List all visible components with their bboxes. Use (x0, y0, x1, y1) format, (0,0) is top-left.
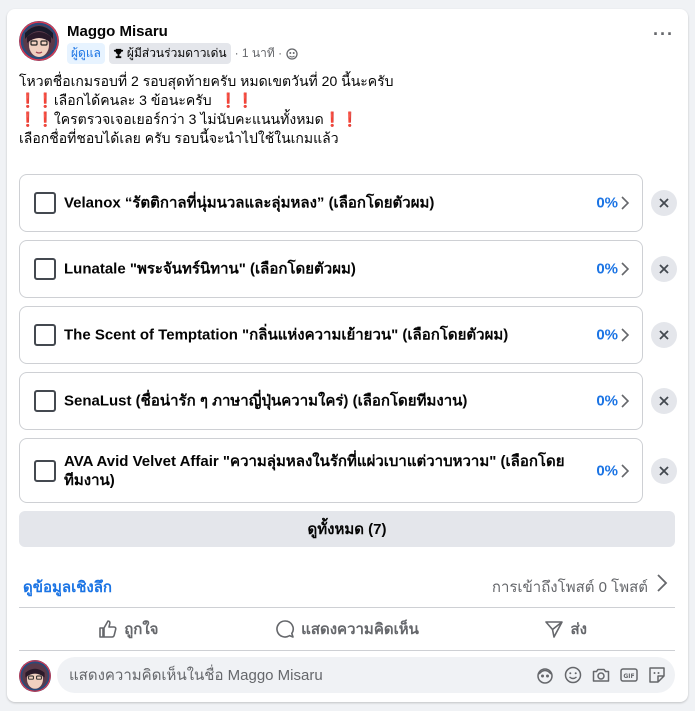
emoji-icon[interactable] (563, 665, 583, 685)
close-icon (659, 396, 669, 406)
post-time[interactable]: · 1 นาที · (235, 44, 283, 63)
camera-icon[interactable] (591, 665, 611, 685)
more-options-button[interactable]: ··· (653, 25, 674, 43)
like-button[interactable]: ถูกใจ (19, 608, 238, 650)
poll-option[interactable]: Lunatale "พระจันทร์นิทาน" (เลือกโดยตัวผม… (19, 240, 643, 298)
poll-checkbox[interactable] (34, 459, 56, 482)
thumbs-up-icon (99, 620, 117, 638)
send-label: ส่ง (570, 621, 587, 638)
close-icon (659, 466, 669, 476)
post-text-line-4: เลือกชื่อที่ชอบได้เลย ครับ รอบนี้จะนำไปใ… (19, 130, 339, 146)
post-text-line-2: ❗❗เลือกได้คนละ 3 ข้อนะครับ ❗❗ (19, 91, 394, 110)
exclamation-icon: ❗ (323, 111, 342, 127)
exclamation-icon: ❗ (219, 92, 237, 108)
poll-option[interactable]: SenaLust (ชื่อน่ารัก ๆ ภาษาญี่ปุ่นความใค… (19, 372, 643, 430)
post-text-line-3-body: ใครตรวจเจอเยอร์กว่า 3 ไม่นับคะแนนทั้งหมด (53, 111, 324, 127)
poll-option-percent[interactable]: 0% (596, 195, 618, 212)
chevron-right-icon[interactable] (656, 573, 668, 593)
post-text-line-2-body: เลือกได้คนละ 3 ข้อนะครับ (53, 92, 212, 108)
close-icon (659, 264, 669, 274)
remove-option-button[interactable] (651, 190, 677, 216)
comment-composer: GIF (57, 657, 675, 693)
exclamation-icon: ❗ (19, 92, 37, 108)
comment-input[interactable] (57, 657, 517, 693)
post-text-line-1: โหวตชื่อเกมรอบที่ 2 รอบสุดท้ายครับ หมดเข… (19, 73, 394, 89)
chevron-right-icon (621, 394, 630, 408)
like-label: ถูกใจ (124, 621, 159, 638)
more-horizontal-icon: ··· (653, 24, 674, 44)
comment-tools: GIF (535, 665, 667, 685)
chevron-right-icon (621, 328, 630, 342)
action-bar: ถูกใจ แสดงความคิดเห็น ส่ง (19, 608, 675, 650)
send-button[interactable]: ส่ง (456, 608, 675, 650)
post-text: โหวตชื่อเกมรอบที่ 2 รอบสุดท้ายครับ หมดเข… (19, 72, 394, 148)
top-contributor-badge[interactable]: ผู้มีส่วนร่วมดาวเด่น (108, 43, 231, 64)
post-text-line-3: ❗❗ใครตรวจเจอเยอร์กว่า 3 ไม่นับคะแนนทั้งห… (19, 110, 394, 129)
avatar-sticker-icon[interactable] (535, 665, 555, 685)
poll-option-percent[interactable]: 0% (596, 393, 618, 410)
poll-option-label: The Scent of Temptation "กลิ่นแห่งความเย… (64, 326, 509, 344)
close-icon (659, 198, 669, 208)
group-audience-icon (286, 47, 298, 60)
admin-badge[interactable]: ผู้ดูแล (67, 43, 105, 64)
comment-button[interactable]: แสดงความคิดเห็น (238, 608, 457, 650)
exclamation-icon: ❗ (236, 92, 255, 108)
poll-option[interactable]: The Scent of Temptation "กลิ่นแห่งความเย… (19, 306, 643, 364)
poll-option-label: Lunatale "พระจันทร์นิทาน" (เลือกโดยตัวผม… (64, 260, 356, 278)
poll-option-label: SenaLust (ชื่อน่ารัก ๆ ภาษาญี่ปุ่นความใค… (64, 392, 468, 410)
remove-option-button[interactable] (651, 256, 677, 282)
author-avatar[interactable] (19, 21, 59, 61)
poll-option[interactable]: AVA Avid Velvet Affair "ความลุ่มหลงในรัก… (19, 438, 643, 503)
current-user-avatar[interactable] (19, 660, 51, 692)
poll-checkbox[interactable] (34, 258, 56, 280)
poll-checkbox[interactable] (34, 390, 56, 412)
gif-icon[interactable]: GIF (619, 665, 639, 685)
poll-option-percent[interactable]: 0% (596, 327, 618, 344)
sticker-icon[interactable] (647, 665, 667, 685)
poll-option-percent[interactable]: 0% (596, 261, 618, 278)
chevron-right-icon (621, 463, 630, 478)
exclamation-icon: ❗ (36, 92, 54, 108)
comment-icon (276, 620, 295, 638)
author-name[interactable]: Maggo Misaru (67, 23, 168, 40)
view-insights-link[interactable]: ดูข้อมูลเชิงลึก (23, 575, 112, 599)
chevron-right-icon (621, 262, 630, 276)
comment-label: แสดงความคิดเห็น (301, 621, 419, 638)
contributor-badge-label: ผู้มีส่วนร่วมดาวเด่น (126, 46, 227, 60)
poll-option[interactable]: Velanox “รัตติกาลที่นุ่มนวลและลุ่มหลง” (… (19, 174, 643, 232)
divider (19, 650, 675, 651)
poll-option-label: AVA Avid Velvet Affair "ความลุ่มหลงในรัก… (64, 452, 565, 489)
exclamation-icon: ❗ (19, 111, 37, 127)
exclamation-icon: ❗ (341, 111, 359, 127)
poll-checkbox[interactable] (34, 192, 56, 214)
see-all-options-button[interactable]: ดูทั้งหมด (7) (19, 511, 675, 547)
post-meta: ผู้ดูแล ผู้มีส่วนร่วมดาวเด่น · 1 นาที · (67, 43, 298, 64)
post-card: Maggo Misaru ผู้ดูแล ผู้มีส่วนร่วมดาวเด่… (7, 9, 688, 702)
remove-option-button[interactable] (651, 458, 677, 484)
post-reach[interactable]: การเข้าถึงโพสต์ 0 โพสต์ (492, 575, 648, 599)
poll-checkbox[interactable] (34, 324, 56, 346)
exclamation-icon: ❗ (36, 111, 54, 127)
close-icon (659, 330, 669, 340)
remove-option-button[interactable] (651, 322, 677, 348)
send-icon (545, 621, 564, 638)
trophy-icon (113, 48, 124, 59)
svg-text:GIF: GIF (623, 673, 634, 680)
remove-option-button[interactable] (651, 388, 677, 414)
poll-option-percent[interactable]: 0% (596, 462, 618, 479)
chevron-right-icon (621, 196, 630, 210)
poll-option-label: Velanox “รัตติกาลที่นุ่มนวลและลุ่มหลง” (… (64, 194, 435, 212)
